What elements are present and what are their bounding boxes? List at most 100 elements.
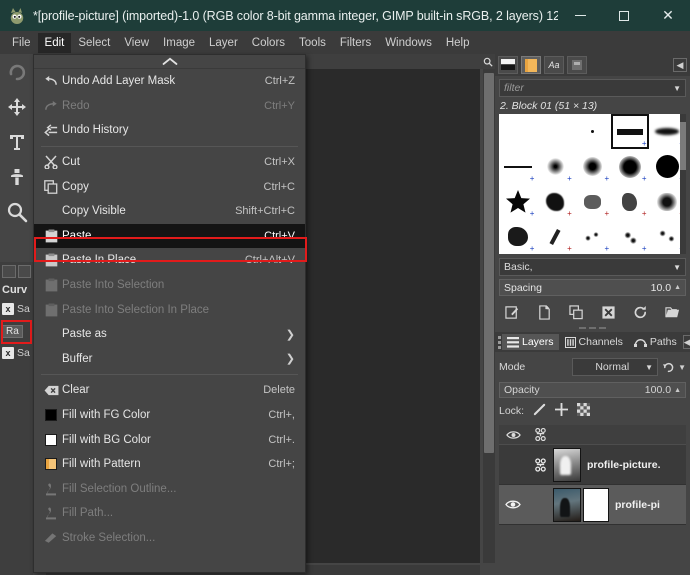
brush-cell[interactable] <box>536 114 573 149</box>
brush-cell[interactable]: + <box>574 184 611 219</box>
layer-thumbnail[interactable] <box>553 447 581 482</box>
menu-item-paste-into-selection[interactable]: Paste Into Selection <box>34 273 305 298</box>
layer-name[interactable]: profile-picture. <box>587 459 661 471</box>
brush-cell[interactable]: + <box>499 184 536 219</box>
menu-item-copy-visible[interactable]: Copy Visible Shift+Ctrl+C <box>34 199 305 224</box>
menu-filters[interactable]: Filters <box>333 33 378 53</box>
edit-brush-button[interactable] <box>502 302 524 322</box>
patterns-tab[interactable] <box>521 56 541 74</box>
brush-filter-input[interactable]: filter ▼ <box>499 79 686 97</box>
brush-cell[interactable]: + <box>499 149 536 184</box>
mode-switch-group[interactable]: ▼ <box>662 361 686 374</box>
menu-item-undo-add-layer-mask[interactable]: Undo Add Layer Mask Ctrl+Z <box>34 69 305 94</box>
zoom-image-button[interactable] <box>480 54 495 69</box>
tab-paths[interactable]: Paths <box>629 334 682 350</box>
menu-edit[interactable]: Edit <box>37 32 72 53</box>
lock-position-icon[interactable] <box>554 402 569 419</box>
clone-tool[interactable] <box>0 159 33 194</box>
menu-help[interactable]: Help <box>439 33 477 53</box>
menu-layer[interactable]: Layer <box>202 33 245 53</box>
document-history-tab[interactable] <box>567 56 587 74</box>
menu-file[interactable]: File <box>5 33 38 53</box>
layer-link-toggle[interactable] <box>527 457 553 472</box>
menu-item-fill-selection-outline[interactable]: Fill Selection Outline... <box>34 477 305 502</box>
menu-tools[interactable]: Tools <box>292 33 333 53</box>
menu-item-fill-path[interactable]: Fill Path... <box>34 501 305 526</box>
tool-options-row-1[interactable]: x Sa <box>0 298 33 320</box>
menu-item-fill-with-bg-color[interactable]: Fill with BG Color Ctrl+. <box>34 427 305 452</box>
scrollbar-thumb[interactable] <box>484 73 494 453</box>
delete-brush-button[interactable] <box>597 302 619 322</box>
brush-cell[interactable]: + <box>574 219 611 254</box>
brush-cell[interactable]: + <box>536 184 573 219</box>
move-tool[interactable] <box>0 89 33 124</box>
menu-item-cut[interactable]: Cut Ctrl+X <box>34 150 305 175</box>
tab-channels[interactable]: Channels <box>560 334 628 350</box>
layer-name[interactable]: profile-pi <box>615 499 660 511</box>
menu-item-paste[interactable]: Paste Ctrl+V <box>34 223 305 249</box>
menu-item-clear[interactable]: Clear Delete <box>34 378 305 403</box>
minimize-button[interactable] <box>558 0 602 31</box>
lock-alpha-icon[interactable] <box>577 403 591 419</box>
menu-item-paste-in-place[interactable]: Paste In Place Ctrl+Alt+V <box>34 248 305 273</box>
close-button[interactable]: ✕ <box>646 0 690 31</box>
close-icon[interactable]: x <box>2 303 14 315</box>
menu-item-paste-as[interactable]: Paste as ❯ <box>34 322 305 347</box>
menu-windows[interactable]: Windows <box>378 33 439 53</box>
dock-drag-handle[interactable] <box>497 335 501 349</box>
zoom-tool[interactable] <box>0 194 33 229</box>
menu-item-copy[interactable]: Copy Ctrl+C <box>34 174 305 199</box>
menu-item-redo[interactable]: Redo Ctrl+Y <box>34 94 305 119</box>
brush-cell-selected[interactable]: + <box>611 114 649 149</box>
rotate-tool[interactable] <box>0 54 33 89</box>
brush-cell[interactable]: + <box>611 149 648 184</box>
brush-cell[interactable]: + <box>499 219 536 254</box>
chevron-down-icon[interactable]: ▼ <box>673 84 681 93</box>
layers-dock-menu-icon[interactable]: ◀ <box>682 335 690 349</box>
menu-item-buffer[interactable]: Buffer ❯ <box>34 347 305 372</box>
dock-separator-grip[interactable] <box>495 324 690 332</box>
brush-cell[interactable]: + <box>536 219 573 254</box>
duplicate-brush-button[interactable] <box>566 302 588 322</box>
menu-select[interactable]: Select <box>71 33 117 53</box>
tool-options-row-3[interactable]: x Sa <box>0 342 33 364</box>
brush-cell[interactable]: + <box>574 149 611 184</box>
tab-layers[interactable]: Layers <box>502 334 559 350</box>
menu-item-stroke-selection[interactable]: Stroke Selection... <box>34 526 305 551</box>
menu-item-fill-with-fg-color[interactable]: Fill with FG Color Ctrl+, <box>34 403 305 428</box>
menu-item-fill-with-pattern[interactable]: Fill with Pattern Ctrl+; <box>34 452 305 477</box>
spinner-icon[interactable]: ▲ <box>674 284 681 291</box>
brush-spacing-field[interactable]: Spacing 10.0 ▲ <box>499 279 686 296</box>
layer-thumbnail[interactable] <box>553 487 581 522</box>
dock-menu-icon[interactable]: ◀ <box>673 58 687 72</box>
menu-item-undo-history[interactable]: Undo History <box>34 118 305 143</box>
gradient-preset-icon[interactable] <box>17 265 31 278</box>
brush-grid[interactable]: + + + + + + + + + + + + + + <box>499 114 686 254</box>
brush-cell[interactable] <box>499 114 536 149</box>
open-brush-folder-button[interactable] <box>661 302 683 322</box>
table-row[interactable]: profile-picture. <box>499 445 686 485</box>
menu-item-paste-into-selection-in-place[interactable]: Paste Into Selection In Place <box>34 297 305 322</box>
refresh-brushes-button[interactable] <box>629 302 651 322</box>
brush-tag-combo[interactable]: Basic, ▼ <box>499 258 686 276</box>
menu-scroll-up-button[interactable] <box>34 55 305 69</box>
brush-cell[interactable] <box>574 114 611 149</box>
layer-visibility-toggle[interactable] <box>499 499 527 510</box>
brush-cell[interactable]: + <box>611 184 648 219</box>
layer-opacity-field[interactable]: Opacity 100.0 ▲ <box>499 382 686 398</box>
maximize-button[interactable] <box>602 0 646 31</box>
chevron-down-icon[interactable]: ▼ <box>678 363 686 372</box>
spinner-icon[interactable]: ▲ <box>674 387 681 394</box>
menu-view[interactable]: View <box>117 33 156 53</box>
layer-mask-thumbnail[interactable] <box>583 487 609 522</box>
lock-pixels-icon[interactable] <box>533 403 546 419</box>
canvas-vertical-scrollbar[interactable] <box>483 69 495 563</box>
brushes-tab[interactable] <box>498 56 518 74</box>
new-brush-button[interactable] <box>534 302 556 322</box>
brush-cell[interactable]: + <box>611 219 648 254</box>
text-tool[interactable] <box>0 124 33 159</box>
chevron-down-icon[interactable]: ▼ <box>673 263 681 272</box>
brush-preset-icon[interactable] <box>2 265 16 278</box>
close-icon[interactable]: x <box>2 347 14 359</box>
table-row[interactable]: profile-pi <box>499 485 686 525</box>
